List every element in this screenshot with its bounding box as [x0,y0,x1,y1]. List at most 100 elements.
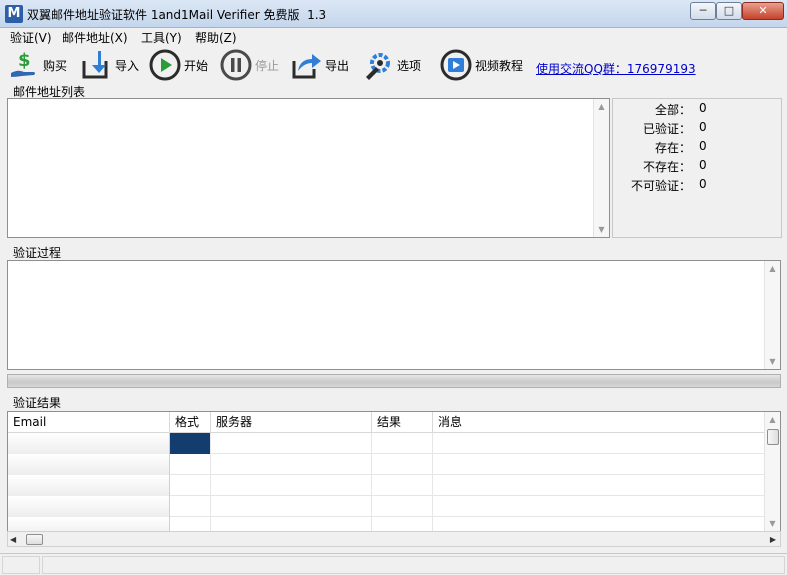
results-table-header: Email 格式 服务器 结果 消息 [8,412,765,433]
process-title: 验证过程 [13,246,62,260]
table-row[interactable] [8,496,765,517]
column-header-message[interactable]: 消息 [433,412,765,433]
stat-not-exists: 不存在： 0 [642,158,707,174]
status-bar [0,553,787,575]
table-cell[interactable] [433,433,765,454]
menu-help[interactable]: 帮助(Z) [195,29,237,46]
table-cell[interactable] [372,454,433,475]
video-play-icon [440,49,472,81]
import-icon [82,51,108,79]
start-button[interactable]: 开始 [149,48,208,82]
title-bar: M 双翼邮件地址验证软件 1and1Mail Verifier 免费版 1.3 … [0,0,787,28]
svg-text:$: $ [18,50,31,71]
table-cell[interactable] [170,496,211,517]
scroll-up-arrow-icon[interactable]: ▲ [765,261,780,276]
scroll-down-arrow-icon[interactable]: ▼ [765,516,780,531]
table-cell[interactable] [211,517,372,531]
video-tutorial-label: 视频教程 [475,58,524,73]
table-cell[interactable] [8,454,170,475]
results-title: 验证结果 [13,396,62,410]
import-button[interactable]: 导入 [80,48,139,82]
table-cell[interactable] [372,496,433,517]
stat-total: 全部： 0 [654,101,707,117]
table-row[interactable] [8,475,765,496]
table-cell[interactable] [170,475,211,496]
menu-email-address[interactable]: 邮件地址(X) [62,29,128,46]
status-pane-main [42,556,785,574]
table-cell[interactable] [170,454,211,475]
stop-button[interactable]: 停止 [220,48,279,82]
app-logo-icon: M [5,5,23,23]
export-label: 导出 [325,58,350,73]
close-button[interactable]: ✕ [742,2,784,20]
stop-label: 停止 [255,58,280,73]
import-label: 导入 [115,58,140,73]
menu-bar: 验证(V) 邮件地址(X) 工具(Y) 帮助(Z) [0,28,787,46]
table-cell[interactable] [211,433,372,454]
wrench-gear-icon [366,53,390,80]
table-row[interactable] [8,454,765,475]
toolbar: $ 购买 导入 开始 停止 导出 选项 视频教程 使用交流QQ群：1769791… [0,46,787,84]
stat-verified: 已验证： 0 [642,120,707,136]
export-button[interactable]: 导出 [290,48,349,82]
table-cell[interactable] [433,475,765,496]
buy-label: 购买 [43,58,68,73]
export-icon [292,54,321,79]
stat-unverifiable: 不可验证： 0 [630,177,707,193]
table-cell[interactable] [372,475,433,496]
table-cell[interactable] [8,517,170,531]
table-row[interactable] [8,433,765,454]
table-row[interactable] [8,517,765,531]
window-title: 双翼邮件地址验证软件 1and1Mail Verifier 免费版 1.3 [27,8,327,22]
scroll-left-arrow-icon[interactable]: ◀ [10,532,16,547]
options-label: 选项 [397,58,422,73]
scroll-down-arrow-icon[interactable]: ▼ [765,354,780,369]
address-list-textarea[interactable]: ▲ ▼ [7,98,610,238]
scroll-thumb[interactable] [767,429,779,445]
process-log-scrollbar[interactable]: ▲ ▼ [764,261,780,369]
progress-bar [7,374,781,388]
table-cell[interactable] [8,475,170,496]
table-cell[interactable] [372,517,433,531]
results-table[interactable]: Email 格式 服务器 结果 消息 ▲ ▼ [7,411,781,532]
column-header-server[interactable]: 服务器 [211,412,372,433]
start-label: 开始 [184,58,209,73]
options-button[interactable]: 选项 [362,48,421,82]
process-log-textarea[interactable]: ▲ ▼ [7,260,781,370]
minimize-button[interactable]: ─ [690,2,716,20]
stats-panel: 全部： 0 已验证： 0 存在： 0 不存在： 0 不可验证： 0 [612,98,782,238]
table-cell[interactable] [170,433,211,454]
results-table-scrollbar[interactable]: ▲ ▼ [764,412,780,531]
scroll-up-arrow-icon[interactable]: ▲ [594,99,609,114]
results-horizontal-scrollbar[interactable]: ◀ ▶ [7,531,781,547]
scroll-down-arrow-icon[interactable]: ▼ [594,222,609,237]
qq-group-link[interactable]: 使用交流QQ群：176979193 [536,60,696,77]
scroll-thumb[interactable] [26,534,43,545]
table-cell[interactable] [372,433,433,454]
table-cell[interactable] [433,454,765,475]
video-tutorial-button[interactable]: 视频教程 [440,48,523,82]
table-cell[interactable] [433,496,765,517]
column-header-result[interactable]: 结果 [372,412,433,433]
table-cell[interactable] [211,454,372,475]
pause-icon [220,49,252,81]
column-header-format[interactable]: 格式 [170,412,211,433]
table-cell[interactable] [8,433,170,454]
play-icon [149,49,181,81]
menu-tools[interactable]: 工具(Y) [141,29,182,46]
scroll-right-arrow-icon[interactable]: ▶ [770,532,776,547]
table-cell[interactable] [211,496,372,517]
stat-exists: 存在： 0 [654,139,707,155]
address-list-scrollbar[interactable]: ▲ ▼ [593,99,609,237]
buy-button[interactable]: $ 购买 [8,48,67,82]
table-cell[interactable] [8,496,170,517]
maximize-button[interactable]: □ [716,2,742,20]
status-pane-left [2,556,40,574]
table-cell[interactable] [433,517,765,531]
scroll-up-arrow-icon[interactable]: ▲ [765,412,780,427]
menu-verify[interactable]: 验证(V) [10,29,52,46]
table-cell[interactable] [170,517,211,531]
column-header-email[interactable]: Email [8,412,170,433]
dollar-hand-icon: $ [11,50,35,77]
table-cell[interactable] [211,475,372,496]
